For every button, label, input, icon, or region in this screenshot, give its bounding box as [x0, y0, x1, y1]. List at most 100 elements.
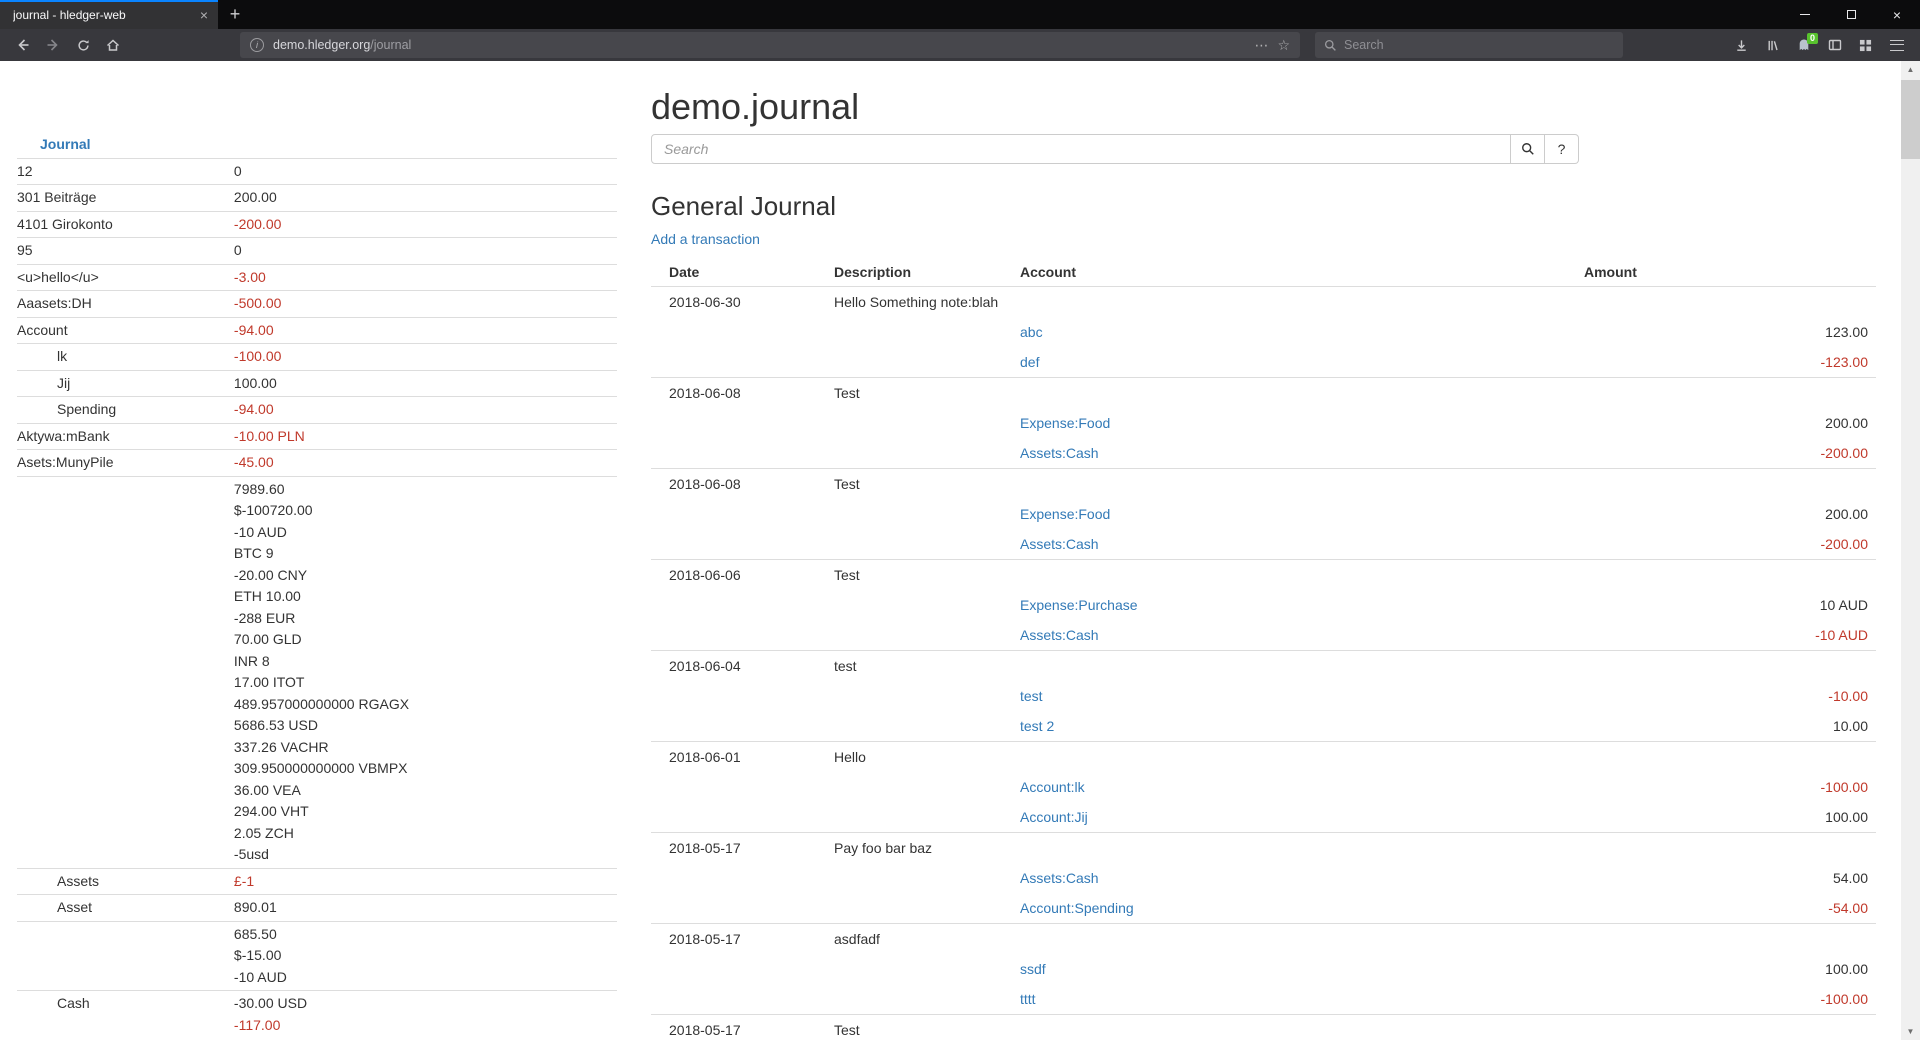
- account-name[interactable]: Asets:MunyPile: [17, 450, 234, 477]
- posting-account-cell: test 2: [1012, 711, 1576, 742]
- window-minimize-button[interactable]: [1782, 0, 1828, 29]
- sidebar-toggle-button[interactable]: [1819, 31, 1850, 59]
- posting-account-link[interactable]: ssdf: [1020, 961, 1046, 977]
- posting-account-link[interactable]: tttt: [1020, 991, 1036, 1007]
- posting-account-link[interactable]: Assets:Cash: [1020, 627, 1099, 643]
- posting-account-link[interactable]: Expense:Food: [1020, 415, 1110, 431]
- library-button[interactable]: [1757, 31, 1788, 59]
- url-bar[interactable]: i demo.hledger.org/journal ⋯ ☆: [240, 32, 1300, 58]
- balance-amount: -100.00: [234, 346, 617, 368]
- forward-button[interactable]: [38, 31, 68, 59]
- extension-button[interactable]: 0: [1788, 31, 1819, 59]
- search-submit-button[interactable]: [1511, 134, 1545, 164]
- tab-bar: journal - hledger-web × + ×: [0, 0, 1920, 29]
- page-actions-icon[interactable]: ⋯: [1254, 38, 1268, 52]
- posting-amount: -200.00: [1576, 529, 1876, 560]
- url-text[interactable]: demo.hledger.org/journal: [273, 38, 1245, 52]
- scroll-thumb[interactable]: [1901, 80, 1920, 159]
- account-name[interactable]: Aktywa:mBank: [17, 423, 234, 450]
- window-restore-button[interactable]: [1828, 0, 1874, 29]
- posting-account-link[interactable]: Assets:Cash: [1020, 870, 1099, 886]
- search-input[interactable]: [651, 134, 1511, 164]
- posting-account-link[interactable]: Account:Jij: [1020, 809, 1088, 825]
- downloads-button[interactable]: [1726, 31, 1757, 59]
- page-scrollbar[interactable]: ▲ ▼: [1901, 61, 1920, 1040]
- posting-account-link[interactable]: Assets:Cash: [1020, 445, 1099, 461]
- account-name[interactable]: Account: [17, 317, 234, 344]
- minimize-icon: [1800, 14, 1810, 15]
- reload-button[interactable]: [68, 31, 98, 59]
- posting-account-link[interactable]: test: [1020, 688, 1043, 704]
- account-name[interactable]: Spending: [17, 397, 234, 424]
- bookmark-star-icon[interactable]: ☆: [1277, 38, 1290, 52]
- posting-account-link[interactable]: def: [1020, 354, 1039, 370]
- url-domain: demo.hledger.org: [273, 38, 370, 52]
- posting-row: abc123.00: [651, 317, 1876, 347]
- posting-account-link[interactable]: Expense:Purchase: [1020, 597, 1138, 613]
- account-balance-cell: -3.00: [234, 264, 617, 291]
- back-button[interactable]: [8, 31, 38, 59]
- account-name[interactable]: <u>hello</u>: [17, 264, 234, 291]
- posting-account-link[interactable]: abc: [1020, 324, 1043, 340]
- posting-account-link[interactable]: Assets:Cash: [1020, 536, 1099, 552]
- account-name[interactable]: 301 Beiträge: [17, 185, 234, 212]
- balance-amount: -500.00: [234, 293, 617, 315]
- posting-account-link[interactable]: test 2: [1020, 718, 1054, 734]
- posting-row: test-10.00: [651, 681, 1876, 711]
- account-name[interactable]: 12: [17, 158, 234, 185]
- transaction-description: Test: [826, 378, 1012, 409]
- balance-amount: 17.00 ITOT: [234, 672, 617, 694]
- transaction-row[interactable]: 2018-06-01Hello: [651, 742, 1876, 773]
- new-tab-button[interactable]: +: [218, 0, 252, 29]
- scroll-up-icon[interactable]: ▲: [1901, 61, 1920, 78]
- transaction-row[interactable]: 2018-06-06Test: [651, 560, 1876, 591]
- balance-amount: BTC 9: [234, 543, 617, 565]
- posting-row: Assets:Cash54.00: [651, 863, 1876, 893]
- transaction-date: 2018-06-06: [651, 560, 826, 591]
- transaction-row[interactable]: 2018-06-30Hello Something note:blah: [651, 287, 1876, 318]
- account-name[interactable]: Assets: [17, 868, 234, 895]
- posting-amount: -100.00: [1576, 772, 1876, 802]
- transaction-row[interactable]: 2018-06-08Test: [651, 469, 1876, 500]
- transaction-row[interactable]: 2018-05-17Pay foo bar baz: [651, 833, 1876, 864]
- sidebar-account-row: Asset890.01: [17, 895, 617, 922]
- account-name[interactable]: lk: [17, 344, 234, 371]
- posting-row: Assets:Cash -200.00: [651, 529, 1876, 560]
- tab-close-icon[interactable]: ×: [200, 8, 208, 22]
- account-balance-cell: -10.00 PLN: [234, 423, 617, 450]
- journal-link[interactable]: Journal: [17, 136, 91, 152]
- balance-amount: 309.950000000000 VBMPX: [234, 758, 617, 780]
- account-name[interactable]: Jij: [17, 370, 234, 397]
- transaction-row[interactable]: 2018-05-17asdfadf: [651, 924, 1876, 955]
- account-name[interactable]: 4101 Girokonto: [17, 211, 234, 238]
- browser-search-bar[interactable]: Search: [1315, 32, 1623, 58]
- account-name[interactable]: Aaasets:DH: [17, 291, 234, 318]
- account-balance-cell: -94.00: [234, 317, 617, 344]
- sidebar-account-row: Cash-30.00 USD-117.00: [17, 991, 617, 1039]
- account-name[interactable]: 95: [17, 238, 234, 265]
- transaction-row[interactable]: 2018-06-08Test: [651, 378, 1876, 409]
- balance-amount: $-100720.00: [234, 500, 617, 522]
- posting-row: Expense:Purchase10 AUD: [651, 590, 1876, 620]
- apps-grid-button[interactable]: [1850, 31, 1881, 59]
- scroll-down-icon[interactable]: ▼: [1901, 1023, 1920, 1040]
- home-button[interactable]: [98, 31, 128, 59]
- window-close-button[interactable]: ×: [1874, 0, 1920, 29]
- posting-account-link[interactable]: Account:lk: [1020, 779, 1085, 795]
- balance-amount: -5usd: [234, 844, 617, 866]
- column-header-amount: Amount: [1576, 258, 1876, 287]
- add-transaction-link[interactable]: Add a transaction: [651, 231, 760, 247]
- site-info-icon[interactable]: i: [250, 38, 264, 52]
- search-help-button[interactable]: ?: [1545, 134, 1579, 164]
- sidebar-account-row: 950: [17, 238, 617, 265]
- posting-account-link[interactable]: Account:Spending: [1020, 900, 1134, 916]
- posting-account-link[interactable]: Expense:Food: [1020, 506, 1110, 522]
- menu-button[interactable]: [1881, 31, 1912, 59]
- account-balance-cell: -94.00: [234, 397, 617, 424]
- transaction-row[interactable]: 2018-05-17Test: [651, 1015, 1876, 1040]
- account-name[interactable]: Cash: [17, 991, 234, 1039]
- account-name[interactable]: Asset: [17, 895, 234, 922]
- browser-tab[interactable]: journal - hledger-web ×: [0, 0, 218, 29]
- transaction-date: 2018-05-17: [651, 924, 826, 955]
- transaction-row[interactable]: 2018-06-04test: [651, 651, 1876, 682]
